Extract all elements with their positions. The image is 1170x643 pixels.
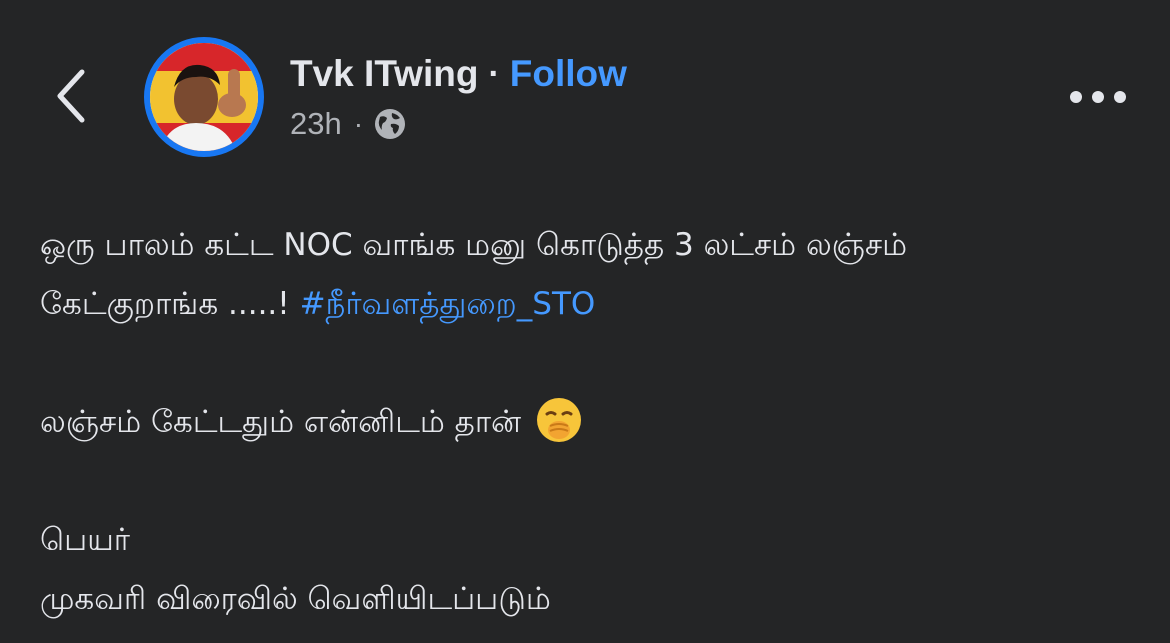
follow-button[interactable]: Follow [510,53,627,95]
post-line-3: லஞ்சம் கேட்டதும் என்னிடம் தான் [40,393,1140,452]
post-header: Tvk ITwing · Follow 23h · [0,0,1170,190]
post-line-2-text: கேட்குறாங்க .....! [40,286,300,322]
face-with-hand-over-mouth-emoji-icon [535,396,583,444]
post-line-5: முகவரி விரைவில் வெளியிடப்படும் [40,581,551,617]
post-line-2: கேட்குறாங்க .....! #நீர்வளத்துறை_STO [40,275,1140,334]
post-line-4: பெயர் [40,522,130,558]
more-options-button[interactable] [1066,84,1130,110]
globe-icon [373,107,407,141]
post-line-3-text: லஞ்சம் கேட்டதும் என்னிடம் தான் [40,404,531,440]
author-name[interactable]: Tvk ITwing [290,53,478,95]
post-meta: 23h · [290,104,407,144]
profile-avatar-image [150,43,258,151]
chevron-left-icon [57,69,85,123]
post-body: ஒரு பாலம் கட்ட NOC வாங்க மனு கொடுத்த 3 ல… [40,216,1140,629]
author-line: Tvk ITwing · Follow [290,52,627,96]
more-horizontal-icon [1070,91,1126,103]
hashtag-link[interactable]: #நீர்வளத்துறை_STO [300,286,596,322]
post-timestamp[interactable]: 23h [290,106,342,142]
name-separator: · [488,54,500,93]
author-avatar[interactable] [144,37,264,157]
meta-separator: · [353,108,364,139]
post-line-1: ஒரு பாலம் கட்ட NOC வாங்க மனு கொடுத்த 3 ல… [40,227,908,263]
back-button[interactable] [48,66,96,126]
